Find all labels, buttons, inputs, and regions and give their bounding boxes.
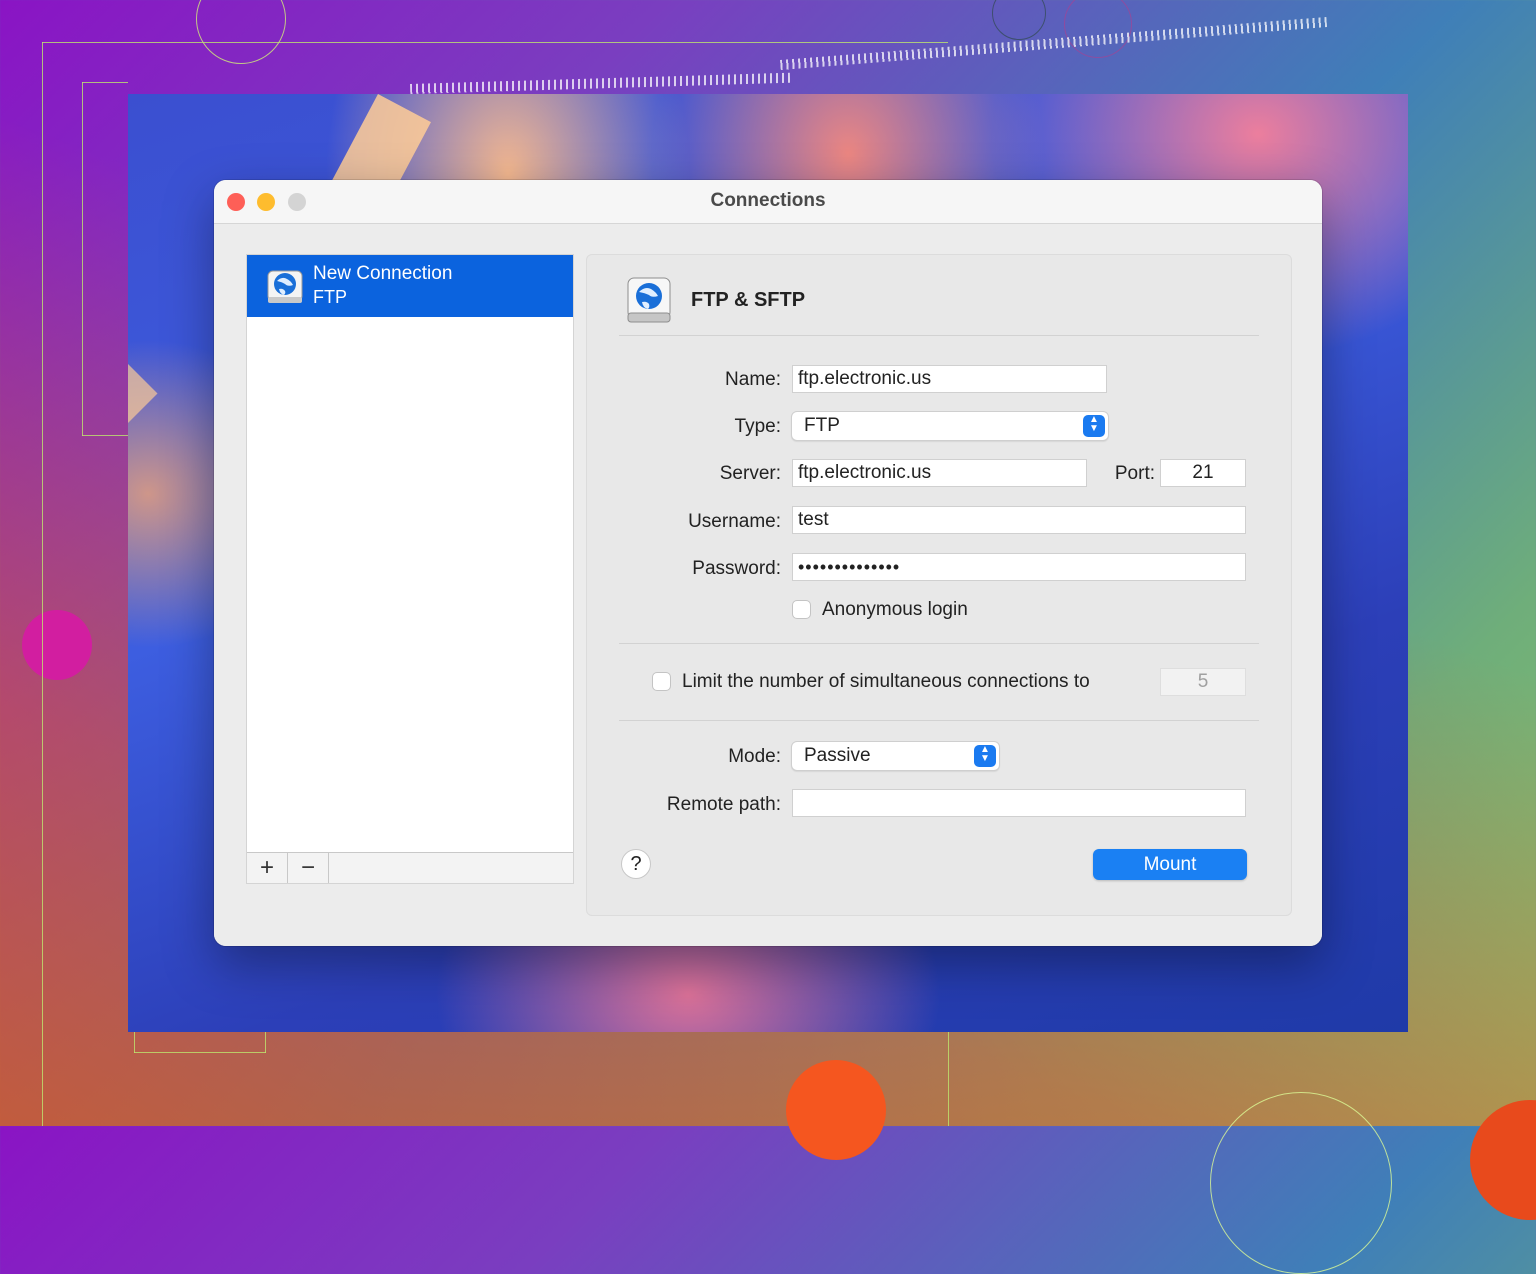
mode-label: Mode:	[728, 746, 781, 767]
password-field[interactable]: ••••••••••••••	[792, 553, 1246, 581]
deco-line-inner	[82, 82, 128, 83]
limit-connections-label: Limit the number of simultaneous connect…	[682, 671, 1090, 692]
separator	[619, 335, 1259, 336]
remote-path-label: Remote path:	[666, 794, 781, 815]
connection-settings-panel: FTP & SFTP Name: Type: FTP ▲▼ Server: Po…	[586, 254, 1292, 916]
password-label: Password:	[692, 558, 781, 579]
title-bar: Connections	[214, 180, 1322, 224]
deco-circle-magenta	[22, 610, 92, 680]
mode-select[interactable]: Passive ▲ ▼	[791, 741, 1000, 771]
port-label: Port:	[1114, 463, 1155, 484]
anonymous-login-checkbox[interactable]	[792, 600, 811, 619]
list-toolbar: + −	[247, 852, 573, 883]
deco-line-top	[42, 42, 948, 43]
type-select-value: FTP	[804, 415, 840, 436]
connections-window: Connections New Connection FTP + − FTP &…	[214, 180, 1322, 946]
server-field[interactable]	[792, 459, 1087, 487]
type-select[interactable]: FTP ▲ ▼	[791, 411, 1109, 441]
chevron-updown-icon: ▲ ▼	[974, 745, 996, 767]
mount-button[interactable]: Mount	[1093, 849, 1247, 880]
window-content: New Connection FTP + − FTP & SFTP Name: …	[214, 224, 1322, 946]
mode-select-value: Passive	[804, 745, 871, 766]
deco-line-bottom-box-r	[265, 1032, 266, 1053]
deco-line-inner-v	[82, 82, 83, 436]
username-label: Username:	[688, 511, 781, 532]
deco-line-bottom-v	[948, 1032, 949, 1126]
deco-line-left	[42, 42, 43, 1126]
server-label: Server:	[719, 463, 781, 484]
deco-circle-outline-bottom	[1210, 1092, 1392, 1274]
anonymous-login-label: Anonymous login	[822, 599, 968, 620]
separator	[619, 720, 1259, 721]
deco-circle-orange	[786, 1060, 886, 1160]
wallpaper-stripe-left	[128, 344, 158, 535]
connection-name: New Connection	[313, 263, 453, 284]
panel-title: FTP & SFTP	[691, 289, 806, 311]
help-button[interactable]: ?	[621, 849, 651, 879]
chevron-updown-icon: ▲ ▼	[1083, 415, 1105, 437]
deco-line-bottom-box-l	[134, 1032, 135, 1053]
type-label: Type:	[734, 416, 781, 437]
name-field[interactable]	[792, 365, 1107, 393]
window-title: Connections	[710, 190, 826, 211]
connection-list: New Connection FTP + −	[246, 254, 574, 884]
limit-connections-checkbox[interactable]	[652, 672, 671, 691]
ftp-drive-icon	[627, 277, 671, 323]
deco-line-inner-b	[82, 435, 128, 436]
deco-line-bottom-box	[134, 1052, 266, 1053]
connection-type: FTP	[313, 287, 347, 307]
port-field[interactable]	[1160, 459, 1246, 487]
remove-connection-button[interactable]: −	[288, 853, 329, 883]
add-connection-button[interactable]: +	[247, 853, 288, 883]
ftp-drive-icon	[267, 270, 303, 303]
name-label: Name:	[725, 369, 781, 390]
connection-item[interactable]: New Connection FTP	[247, 255, 573, 317]
remote-path-field[interactable]	[792, 789, 1246, 817]
separator	[619, 643, 1259, 644]
username-field[interactable]	[792, 506, 1246, 534]
connection-limit-field[interactable]	[1160, 668, 1246, 696]
